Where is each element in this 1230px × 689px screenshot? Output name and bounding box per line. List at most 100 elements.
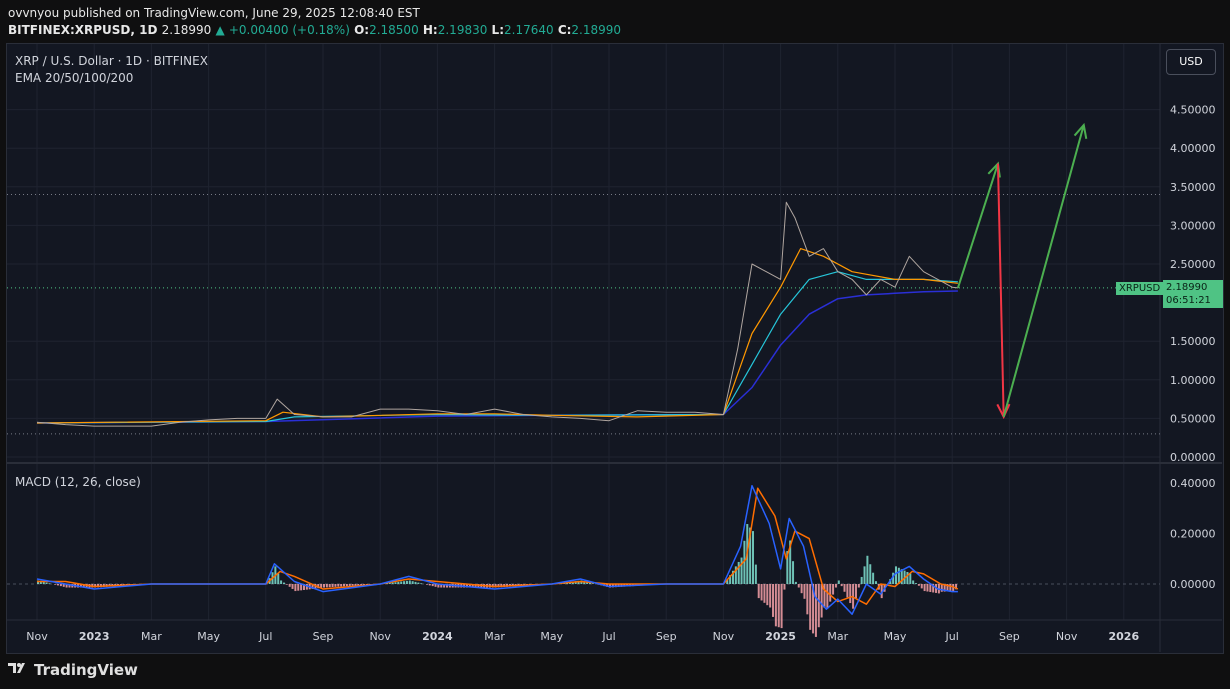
macd-histogram-bar [866,555,869,584]
macd-histogram-bar [340,584,343,587]
macd-histogram-bar [917,584,920,586]
macd-histogram-bar [915,583,918,584]
macd-histogram-bar [849,584,852,604]
macd-histogram-bar [277,573,280,584]
macd-histogram-bar [817,584,820,628]
time-tick-label: Mar [827,630,848,643]
macd-histogram-bar [803,584,806,599]
macd-histogram-bar [414,581,417,584]
macd-histogram-bar [428,584,431,586]
macd-indicator-label[interactable]: MACD (12, 26, close) [15,475,141,489]
time-tick-label: Sep [656,630,677,643]
macd-histogram-bar [288,584,291,587]
macd-histogram-bar [323,584,325,588]
macd-histogram-bar [351,584,354,586]
price-line [36,201,958,427]
time-tick-label: 2023 [79,630,110,643]
macd-histogram-bar [740,557,743,584]
macd-histogram-bar [328,584,331,588]
macd-histogram-bar [814,584,817,637]
macd-histogram-bar [912,580,915,584]
price-tick-label: 0.50000 [1170,412,1216,425]
macd-histogram-bar [397,581,400,584]
macd-histogram-bar [800,584,803,594]
macd-histogram-bar [48,583,51,584]
price-tag-value: 2.18990 [1166,282,1208,293]
macd-histogram-bar [45,582,48,584]
macd-histogram-bar [874,581,877,584]
macd-histogram-bar [783,584,786,590]
price-tick-label: 1.00000 [1170,374,1216,387]
time-tick-label: Mar [484,630,505,643]
chart-canvas[interactable]: 4.50000 4.00000 3.50000 3.00000 2.50000 1.500… [0,0,1230,689]
macd-histogram-bar [331,584,334,587]
macd-histogram-bar [420,583,423,584]
macd-histogram-bar [411,581,414,584]
macd-histogram-bar [760,584,763,601]
macd-histogram-bar [291,584,294,589]
macd-histogram-bar [923,584,926,592]
macd-histogram-bar [59,584,62,587]
time-tick-label: Jul [258,630,272,643]
macd-histogram-bar [949,584,952,592]
price-tick-label: 3.50000 [1170,181,1216,194]
macd-histogram-bar [794,581,797,584]
macd-histogram-bar [343,584,346,587]
currency-button[interactable]: USD [1166,49,1216,75]
macd-histogram-bar [334,584,337,587]
macd-histogram-bar [863,566,866,584]
ema50-line [36,248,958,424]
macd-histogram-bar [425,584,428,585]
macd-histogram-bar [54,584,57,585]
time-tick-label: Nov [26,630,48,643]
time-tick-label: Mar [141,630,162,643]
macd-histogram-bar [869,564,872,584]
macd-histogram-bar [820,584,823,618]
macd-histogram-bar [757,584,760,599]
macd-tick-label: 0.00000 [1170,578,1216,591]
macd-histogram-bar [57,584,60,586]
macd-histogram-bar [872,572,875,584]
macd-histogram-bar [809,584,812,630]
time-tick-label: Jul [601,630,615,643]
macd-tick-label: 0.20000 [1170,528,1216,541]
time-tick-label: 2026 [1108,630,1139,643]
price-tick-label: 4.00000 [1170,142,1216,155]
macd-histogram-bar [777,584,780,628]
macd-histogram-bar [774,584,777,627]
macd-histogram-bar [294,584,297,592]
macd-histogram-bar [832,584,835,595]
price-tick-label: 0.00000 [1170,451,1216,464]
time-tick-label: Sep [999,630,1020,643]
macd-histogram-bar [909,573,912,584]
time-tick-label: 2025 [765,630,796,643]
macd-histogram-bar [780,584,783,629]
macd-tick-label: 0.40000 [1170,477,1216,490]
macd-histogram-bar [895,566,897,584]
ema200-line [36,290,958,424]
macd-histogram-bar [403,581,406,584]
macd-histogram-bar [840,584,843,587]
macd-histogram-bar [920,584,923,589]
macd-histogram-bar [797,584,800,588]
macd-histogram-bar [769,584,772,608]
macd-histogram-bar [766,584,769,606]
tradingview-logo[interactable]: TradingView [8,661,138,679]
ema100-line [36,271,958,424]
macd-histogram-bar [854,584,857,599]
time-tick-label: Sep [313,630,334,643]
time-tick-label: Jul [945,630,959,643]
macd-histogram-bar [792,561,795,584]
macd-histogram-bar [348,584,351,586]
arrow-line [1002,124,1085,418]
ema-indicator-label[interactable]: EMA 20/50/100/200 [15,71,133,85]
macd-histogram-bar [337,584,340,587]
time-tick-label: May [884,630,907,643]
macd-histogram-bar [929,584,932,592]
ticker-tag: XRPUSD [1116,282,1164,295]
macd-histogram-bar [417,582,420,584]
macd-histogram-bar [826,584,829,609]
macd-histogram-bar [837,580,840,584]
macd-histogram-bar [772,584,775,617]
time-tick-label: Nov [1056,630,1078,643]
